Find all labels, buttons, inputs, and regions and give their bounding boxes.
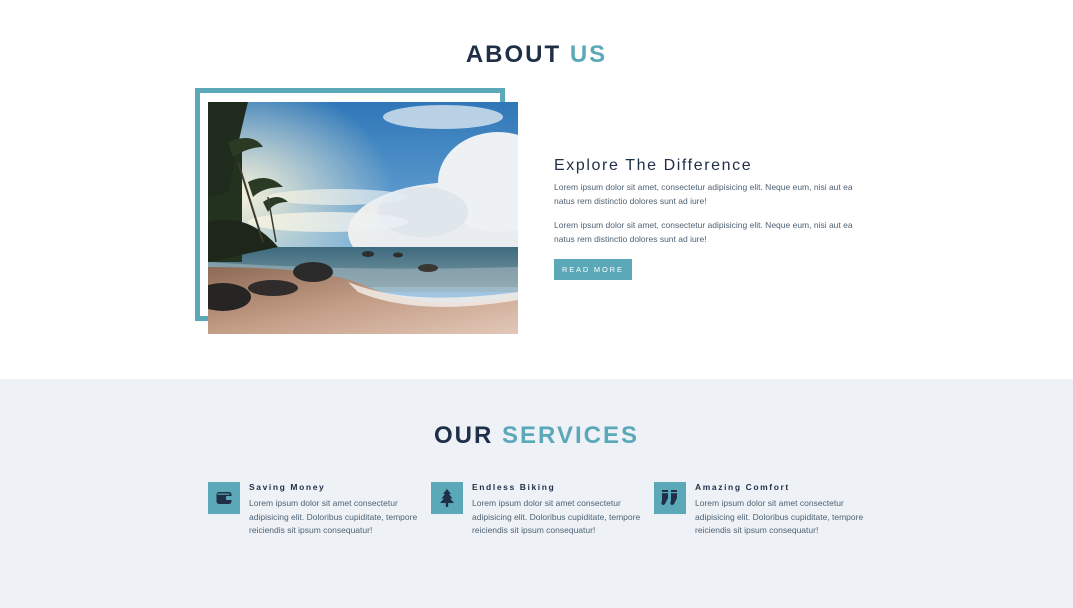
about-heading: Explore The Difference (554, 157, 753, 174)
about-paragraph-1: Lorem ipsum dolor sit amet, consectetur … (554, 182, 853, 206)
service-text: Lorem ipsum dolor sit amet consectetur a… (249, 498, 418, 535)
services-title-main: OUR (434, 422, 494, 449)
read-more-button[interactable]: READ MORE (554, 259, 632, 280)
service-text: Lorem ipsum dolor sit amet consectetur a… (695, 498, 864, 535)
service-item-amazing-comfort: Amazing Comfort Lorem ipsum dolor sit am… (654, 482, 874, 542)
service-item-saving-money: Saving Money Lorem ipsum dolor sit amet … (208, 482, 428, 542)
services-title-accent: SERVICES (502, 422, 639, 449)
beach-photo (208, 102, 518, 334)
service-title: Endless Biking (472, 482, 556, 492)
tree-icon (431, 482, 463, 514)
about-title-accent: US (569, 41, 608, 68)
services-section: OUR SERVICES Saving Money Lorem ipsum do… (0, 379, 1073, 608)
about-section: ABOUT US Explore The Difference Lorem ip… (0, 0, 1073, 379)
about-paragraph-2: Lorem ipsum dolor sit amet, consectetur … (554, 220, 853, 244)
service-item-endless-biking: Endless Biking Lorem ipsum dolor sit ame… (431, 482, 651, 542)
socks-icon (654, 482, 686, 514)
services-title: OUR SERVICES (0, 422, 1073, 450)
wallet-icon (208, 482, 240, 514)
about-copy: Explore The Difference Lorem ipsum dolor… (554, 157, 866, 280)
service-text: Lorem ipsum dolor sit amet consectetur a… (472, 498, 641, 535)
service-title: Amazing Comfort (695, 482, 790, 492)
service-title: Saving Money (249, 482, 326, 492)
about-title-main: ABOUT (465, 41, 562, 68)
about-title: ABOUT US (0, 41, 1073, 69)
